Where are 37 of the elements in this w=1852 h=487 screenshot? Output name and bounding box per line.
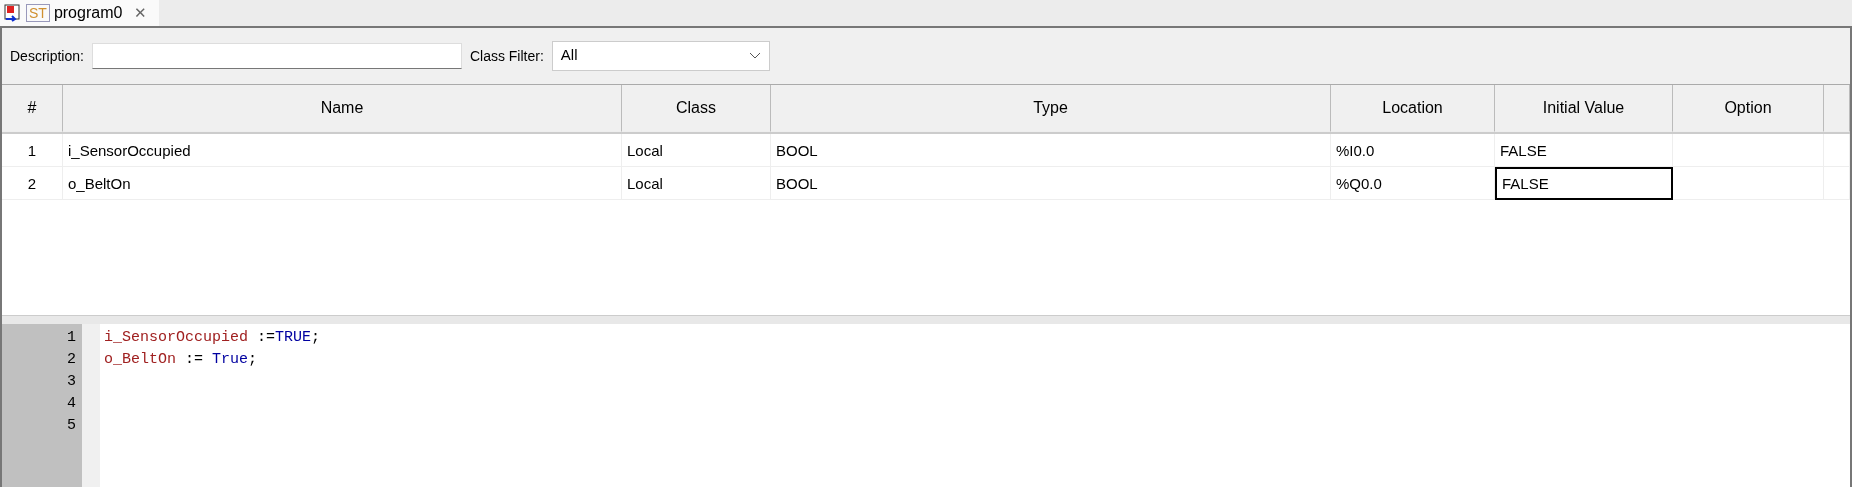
column-header[interactable]: Type — [771, 85, 1331, 132]
table-cell: 2 — [2, 167, 63, 200]
class-filter-label: Class Filter: — [469, 48, 544, 64]
code-line: o_BeltOn := True; — [104, 351, 259, 370]
table-cell: i_SensorOccupied — [63, 134, 622, 167]
language-badge: ST — [26, 4, 50, 22]
column-header[interactable]: Initial Value — [1495, 85, 1673, 132]
empty-table-cell — [1824, 167, 1850, 200]
line-number: 1 — [66, 329, 77, 348]
table-cell: 1 — [2, 134, 63, 167]
column-header[interactable]: Name — [63, 85, 622, 132]
column-header[interactable]: Class — [622, 85, 771, 132]
table-cell: Local — [622, 167, 771, 200]
table-cell: FALSE — [1495, 167, 1673, 200]
editor-tab[interactable]: ST program0 ✕ — [0, 0, 160, 26]
column-header[interactable]: Location — [1331, 85, 1495, 132]
column-header[interactable]: # — [2, 85, 63, 132]
table-cell: %I0.0 — [1331, 134, 1495, 167]
table-cell: FALSE — [1495, 134, 1673, 167]
table-cell: %Q0.0 — [1331, 167, 1495, 200]
table-cell: o_BeltOn — [63, 167, 622, 200]
line-number: 5 — [66, 417, 77, 436]
table-cell: BOOL — [771, 134, 1331, 167]
program-icon — [4, 4, 22, 22]
tab-label: program0 — [53, 4, 123, 22]
description-label: Description: — [10, 48, 84, 64]
column-header[interactable]: Option — [1673, 85, 1824, 132]
line-number: 3 — [66, 373, 77, 392]
class-filter-dropdown[interactable]: All — [551, 41, 770, 71]
code-line: i_SensorOccupied :=TRUE; — [104, 329, 321, 348]
caret-icon — [748, 52, 761, 60]
table-cell: BOOL — [771, 167, 1331, 200]
line-number: 4 — [66, 395, 77, 414]
line-number: 2 — [66, 351, 77, 370]
description-field[interactable] — [91, 43, 462, 69]
close-icon[interactable]: ✕ — [134, 4, 148, 22]
table-cell: Local — [622, 134, 771, 167]
